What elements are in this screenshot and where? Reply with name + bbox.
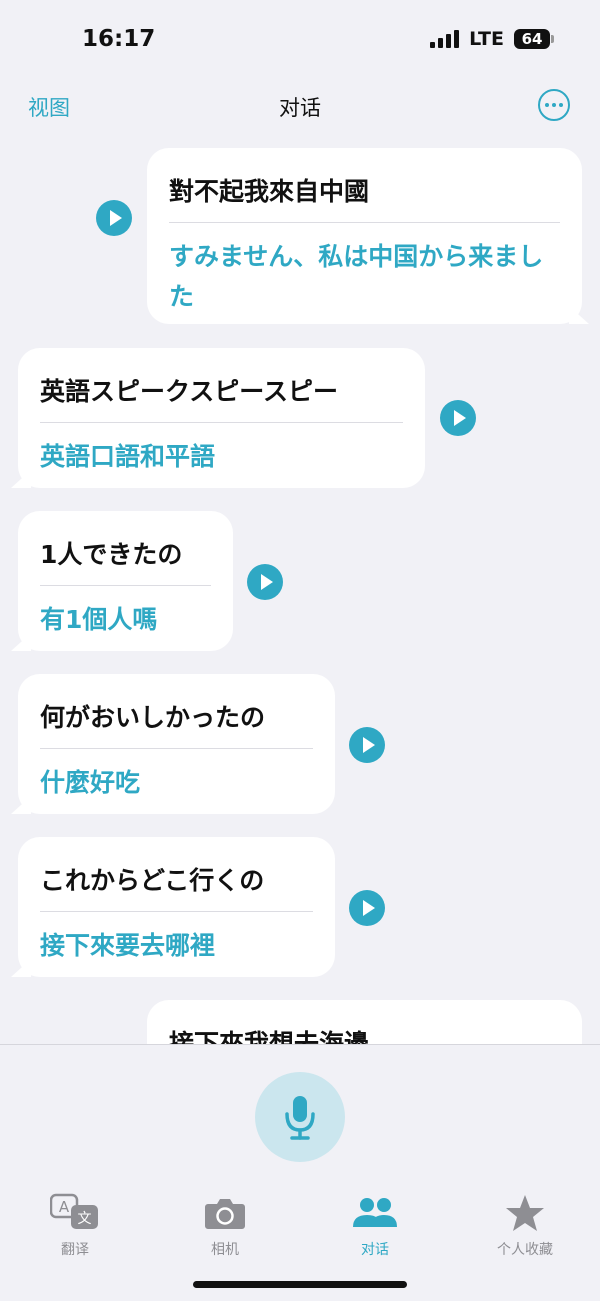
message-source-text: 接下來我想去海邊	[169, 1000, 560, 1044]
message-source-text: 英語スピークスピースピー	[40, 348, 403, 423]
status-indicators: LTE 64	[430, 28, 554, 50]
camera-icon	[205, 1199, 245, 1229]
play-icon[interactable]	[349, 727, 385, 763]
tab-bar: A 文 翻译 相机 对话 个人收藏	[0, 1193, 600, 1259]
play-icon[interactable]	[247, 564, 283, 600]
tab-translate[interactable]: A 文 翻译	[0, 1193, 150, 1259]
tab-label: 相机	[211, 1242, 239, 1258]
tab-camera[interactable]: 相机	[150, 1193, 300, 1259]
message-translation-text: 英語口語和平語	[40, 442, 216, 471]
people-icon	[353, 1198, 397, 1227]
message-source-text: 1人できたの	[40, 511, 211, 586]
message-source-text: これからどこ行くの	[40, 837, 313, 912]
message-bubble-left[interactable]: 英語スピークスピースピー 英語口語和平語	[18, 348, 425, 488]
network-type: LTE	[469, 28, 504, 50]
more-dots-icon	[552, 103, 556, 107]
home-indicator	[193, 1281, 407, 1288]
play-icon[interactable]	[349, 890, 385, 926]
tab-conversation[interactable]: 对话	[300, 1193, 450, 1259]
message-bubble-left[interactable]: 何がおいしかったの 什麼好吃	[18, 674, 335, 814]
microphone-icon	[285, 1096, 315, 1140]
play-icon[interactable]	[96, 200, 132, 236]
message-bubble-right[interactable]: 對不起我來自中國 すみません、私は中国から来ました	[147, 148, 582, 324]
message-translation-text: 什麼好吃	[40, 768, 141, 797]
status-time: 16:17	[82, 26, 156, 52]
battery-icon: 64	[514, 29, 554, 49]
message-translation-text: すみません、私は中国から来ました	[169, 242, 544, 311]
message-bubble-left[interactable]: これからどこ行くの 接下來要去哪裡	[18, 837, 335, 977]
more-dots-icon	[545, 103, 549, 107]
tab-label: 对话	[361, 1242, 389, 1258]
conversation-list[interactable]: 對不起我來自中國 すみません、私は中国から来ました 英語スピークスピースピー 英…	[0, 140, 600, 1044]
signal-icon	[430, 30, 460, 48]
tab-favorites[interactable]: 个人收藏	[450, 1193, 600, 1259]
tab-label: 翻译	[61, 1242, 89, 1258]
message-source-text: 對不起我來自中國	[169, 148, 560, 223]
page-title: 对话	[279, 96, 321, 120]
microphone-button[interactable]	[255, 1072, 345, 1162]
battery-level: 64	[521, 30, 543, 48]
play-icon[interactable]	[440, 400, 476, 436]
bottom-panel: A 文 翻译 相机 对话 个人收藏	[0, 1044, 600, 1301]
message-bubble-right[interactable]: 接下來我想去海邊	[147, 1000, 582, 1044]
translate-icon: A 文	[50, 1193, 98, 1229]
message-translation-text: 有1個人嗎	[40, 605, 158, 634]
svg-text:A: A	[59, 1198, 70, 1216]
message-source-text: 何がおいしかったの	[40, 674, 313, 749]
message-bubble-left[interactable]: 1人できたの 有1個人嗎	[18, 511, 233, 651]
star-icon	[506, 1195, 544, 1231]
message-translation-text: 接下來要去哪裡	[40, 931, 216, 960]
svg-text:文: 文	[78, 1211, 92, 1227]
more-options-button[interactable]	[538, 89, 570, 121]
more-dots-icon	[559, 103, 563, 107]
tab-label: 个人收藏	[497, 1242, 553, 1258]
